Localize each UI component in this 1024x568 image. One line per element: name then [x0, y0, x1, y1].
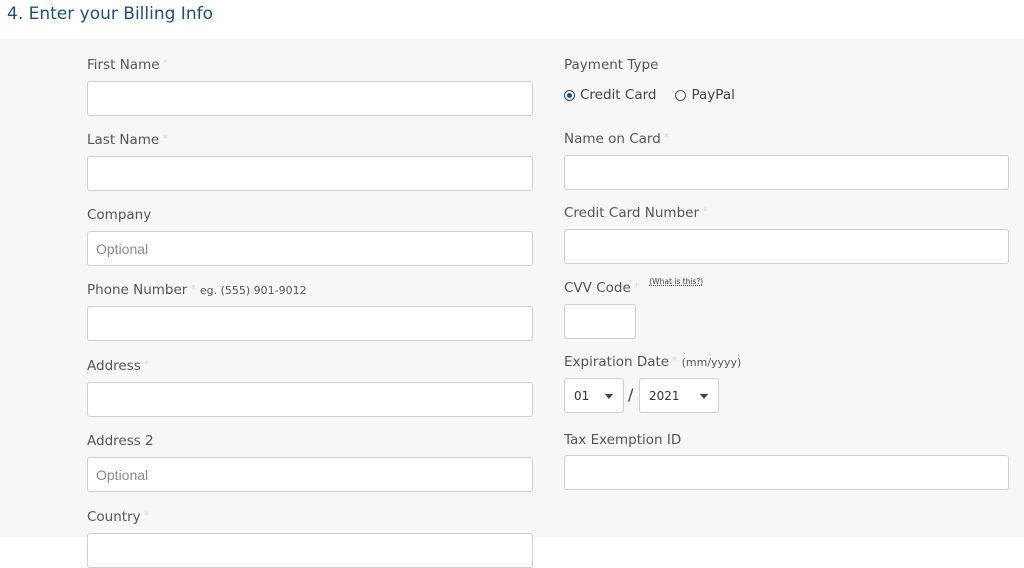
required-marker: * — [162, 57, 169, 70]
cvv-label: CVV Code * (What is this?) — [564, 277, 703, 296]
last-name-label-text: Last Name — [87, 132, 160, 148]
payment-type-label: Payment Type — [564, 57, 658, 73]
address-input[interactable] — [87, 382, 533, 417]
company-label-text: Company — [87, 207, 152, 223]
phone-input[interactable] — [87, 306, 533, 341]
expiration-format-hint: (mm/yyyy) — [681, 356, 742, 369]
phone-label: Phone Number * eg. (555) 901-9012 — [87, 282, 307, 298]
payment-type-options: Credit Card PayPal — [564, 87, 735, 103]
required-marker: * — [672, 354, 678, 367]
chevron-down-icon — [605, 394, 613, 399]
tax-exemption-label-text: Tax Exemption ID — [564, 432, 682, 448]
required-marker: * — [702, 205, 708, 218]
last-name-input[interactable] — [87, 156, 533, 191]
tax-exemption-label: Tax Exemption ID — [564, 432, 681, 448]
paypal-radio-label[interactable]: PayPal — [691, 87, 734, 103]
cvv-label-text: CVV Code — [564, 280, 631, 296]
phone-label-text: Phone Number — [87, 282, 188, 298]
address2-input[interactable] — [87, 457, 533, 492]
credit-card-radio[interactable] — [564, 89, 575, 101]
name-on-card-input[interactable] — [564, 155, 1009, 190]
required-marker: * — [143, 358, 150, 371]
country-label: Country * — [87, 509, 149, 525]
card-number-label-text: Credit Card Number — [564, 205, 699, 221]
paypal-radio[interactable] — [675, 89, 687, 101]
billing-form-panel: First Name* Last Name* Company Phone Num… — [0, 39, 1024, 568]
card-number-label: Credit Card Number * — [564, 205, 708, 221]
name-on-card-label: Name on Card * — [564, 131, 669, 147]
phone-format-hint: eg. (555) 901-9012 — [199, 284, 307, 297]
expiration-month-value: 01 — [574, 388, 590, 403]
company-input[interactable] — [87, 231, 533, 266]
country-label-text: Country — [87, 509, 141, 525]
address-label: Address * — [87, 358, 149, 374]
expiration-month-select[interactable]: 01 — [564, 378, 624, 413]
section-title: 4. Enter your Billing Info — [7, 4, 213, 24]
address-label-text: Address — [87, 358, 141, 374]
cvv-input[interactable] — [564, 304, 636, 339]
name-on-card-label-text: Name on Card — [564, 131, 661, 147]
card-number-input[interactable] — [564, 229, 1009, 264]
required-marker: * — [162, 132, 168, 145]
required-marker: * — [663, 131, 670, 144]
credit-card-radio-label[interactable]: Credit Card — [580, 87, 656, 103]
date-separator: / — [628, 385, 634, 404]
expiration-label-text: Expiration Date — [564, 354, 670, 370]
address2-label-text: Address 2 — [87, 433, 154, 449]
first-name-label-text: First Name — [87, 57, 160, 73]
required-marker: * — [190, 282, 196, 295]
required-marker: * — [633, 280, 640, 293]
country-select[interactable] — [87, 533, 533, 568]
first-name-label: First Name * — [87, 57, 168, 73]
expiration-year-select[interactable]: 2021 — [639, 378, 719, 413]
first-name-input[interactable] — [87, 81, 533, 116]
required-marker: * — [143, 509, 150, 522]
address2-label: Address 2 — [87, 433, 154, 449]
company-label: Company — [87, 207, 151, 223]
expiration-year-value: 2021 — [649, 388, 680, 403]
chevron-down-icon — [700, 394, 708, 399]
last-name-label: Last Name * — [87, 132, 168, 148]
expiration-label: Expiration Date * (mm/yyyy) — [564, 354, 741, 370]
cvv-help-link[interactable]: (What is this?) — [649, 277, 703, 286]
tax-exemption-input[interactable] — [564, 455, 1009, 490]
payment-type-label-text: Payment Type — [564, 57, 659, 73]
